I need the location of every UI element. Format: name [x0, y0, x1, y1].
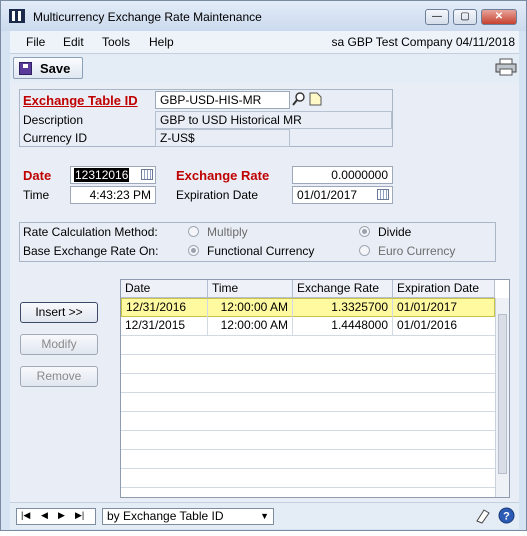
multiply-label: Multiply	[207, 225, 248, 239]
cell-date: 12/31/2016	[122, 299, 208, 317]
menu-bar: File Edit Tools Help sa GBP Test Company…	[10, 31, 519, 53]
chevron-down-icon: ▼	[260, 511, 269, 521]
cell-exchange-rate: 1.3325700	[293, 299, 393, 317]
description-value: GBP to USD Historical MR	[155, 111, 392, 129]
modify-button[interactable]: Modify	[20, 334, 98, 355]
rate-history-grid: Date Time Exchange Rate Expiration Date …	[120, 279, 510, 498]
euro-currency-radio[interactable]	[359, 245, 370, 256]
printer-icon[interactable]	[495, 58, 517, 76]
sort-by-select[interactable]: by Exchange Table ID ▼	[102, 508, 274, 525]
empty-row	[121, 393, 495, 412]
euro-currency-label: Euro Currency	[378, 244, 456, 258]
time-label: Time	[23, 188, 50, 202]
table-row[interactable]: 12/31/2016 12:00:00 AM 1.3325700 01/01/2…	[121, 298, 495, 317]
date-label: Date	[23, 168, 52, 183]
cell-expiration-date: 01/01/2017	[397, 300, 458, 314]
expiration-date-label: Expiration Date	[176, 188, 259, 202]
scroll-thumb[interactable]	[498, 314, 507, 474]
empty-row	[121, 431, 495, 450]
title-bar: Multicurrency Exchange Rate Maintenance …	[1, 1, 526, 31]
functional-currency-radio[interactable]	[188, 245, 199, 256]
currency-id-label: Currency ID	[23, 131, 88, 145]
empty-row	[121, 374, 495, 393]
column-header-exchange-rate[interactable]: Exchange Rate	[293, 280, 393, 298]
column-header-expiration-date[interactable]: Expiration Date	[393, 280, 495, 298]
insert-button[interactable]: Insert >>	[20, 302, 98, 323]
form-body: Exchange Table ID GBP-USD-HIS-MR Descrip…	[10, 83, 519, 502]
menu-file[interactable]: File	[26, 35, 45, 49]
divide-radio[interactable]	[359, 226, 370, 237]
svg-text:?: ?	[503, 511, 510, 523]
app-icon	[9, 9, 25, 23]
next-record-icon[interactable]: ▶	[58, 510, 65, 521]
app-window: Multicurrency Exchange Rate Maintenance …	[0, 0, 527, 531]
grid-scrollbar[interactable]	[495, 298, 509, 497]
exchange-table-id-field[interactable]: GBP-USD-HIS-MR	[155, 91, 290, 109]
exchange-rate-field[interactable]: 0.0000000	[292, 166, 393, 184]
last-record-icon[interactable]: ▶|	[75, 510, 84, 521]
lookup-icon[interactable]	[292, 92, 306, 106]
toolbar: Save	[10, 53, 519, 84]
minimize-button[interactable]: —	[425, 9, 449, 25]
note-icon[interactable]	[475, 508, 491, 524]
calendar-icon[interactable]	[141, 169, 153, 180]
empty-row	[121, 336, 495, 355]
window-title: Multicurrency Exchange Rate Maintenance	[33, 10, 262, 24]
empty-row	[121, 412, 495, 431]
save-icon	[19, 62, 32, 75]
sort-by-value: by Exchange Table ID	[107, 509, 224, 523]
status-bar: |◀ ◀ ▶ ▶| by Exchange Table ID ▼ ?	[10, 502, 519, 529]
cell-time: 12:00:00 AM	[208, 299, 293, 317]
table-row[interactable]: 12/31/2015 12:00:00 AM 1.4448000 01/01/2…	[121, 317, 495, 336]
save-label: Save	[40, 61, 71, 76]
maximize-button[interactable]: ▢	[453, 9, 477, 25]
previous-record-icon[interactable]: ◀	[41, 510, 48, 521]
cell-date: 12/31/2015	[121, 317, 208, 335]
new-document-icon[interactable]	[309, 92, 322, 106]
column-header-time[interactable]: Time	[208, 280, 293, 298]
save-button[interactable]: Save	[13, 57, 83, 79]
functional-currency-label: Functional Currency	[207, 244, 315, 258]
time-field[interactable]: 4:43:23 PM	[70, 186, 156, 204]
column-header-date[interactable]: Date	[121, 280, 208, 298]
description-label: Description	[23, 113, 84, 127]
calendar-icon[interactable]	[377, 189, 389, 200]
cell-exchange-rate: 1.4448000	[293, 317, 393, 335]
close-button[interactable]: ✕	[481, 9, 517, 25]
base-rate-label: Base Exchange Rate On:	[23, 244, 159, 258]
divide-label: Divide	[378, 225, 412, 239]
currency-id-value: Z-US$	[155, 129, 290, 147]
multiply-radio[interactable]	[188, 226, 199, 237]
user-company-date: sa GBP Test Company 04/11/2018	[331, 35, 515, 49]
cell-time: 12:00:00 AM	[208, 317, 293, 335]
help-icon[interactable]: ?	[498, 507, 515, 524]
menu-tools[interactable]: Tools	[102, 35, 130, 49]
rate-calc-label: Rate Calculation Method:	[23, 225, 158, 239]
menu-help[interactable]: Help	[149, 35, 174, 49]
exchange-rate-label: Exchange Rate	[176, 168, 270, 183]
date-value: 12312016	[74, 168, 130, 182]
menu-edit[interactable]: Edit	[63, 35, 84, 49]
empty-row	[121, 450, 495, 469]
first-record-icon[interactable]: |◀	[21, 510, 30, 521]
remove-button[interactable]: Remove	[20, 366, 98, 387]
empty-row	[121, 355, 495, 374]
exchange-table-id-label[interactable]: Exchange Table ID	[23, 93, 138, 108]
cell-expiration-date: 01/01/2016	[397, 318, 458, 332]
record-navigator: |◀ ◀ ▶ ▶|	[16, 508, 96, 525]
empty-row	[121, 469, 495, 488]
